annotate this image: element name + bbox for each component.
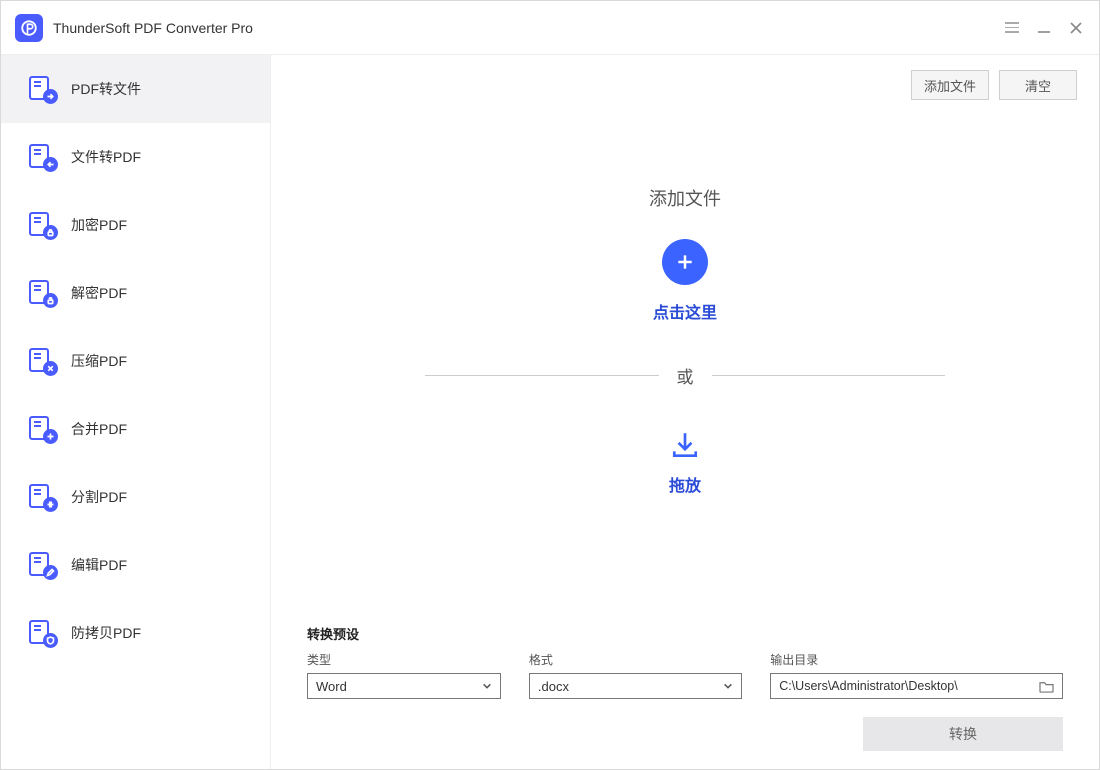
drop-area[interactable]: 添加文件 点击这里 或 拖放: [271, 115, 1099, 624]
sidebar-item-split-pdf[interactable]: 分割PDF: [1, 463, 270, 531]
sidebar-item-pdf-to-file[interactable]: PDF转文件: [1, 55, 270, 123]
clear-button[interactable]: 清空: [999, 70, 1077, 100]
close-icon[interactable]: [1067, 19, 1085, 37]
output-label: 输出目录: [770, 651, 1063, 668]
sidebar-item-encrypt-pdf[interactable]: 加密PDF: [1, 191, 270, 259]
encrypt-pdf-icon: [29, 212, 55, 238]
sidebar-item-label: 加密PDF: [71, 215, 127, 235]
output-path-value: C:\Users\Administrator\Desktop\: [779, 679, 1033, 693]
app-title: ThunderSoft PDF Converter Pro: [53, 20, 253, 36]
sidebar-item-label: PDF转文件: [71, 79, 141, 99]
sidebar-item-decrypt-pdf[interactable]: 解密PDF: [1, 259, 270, 327]
titlebar: ThunderSoft PDF Converter Pro: [1, 1, 1099, 55]
sidebar-item-compress-pdf[interactable]: 压缩PDF: [1, 327, 270, 395]
format-select[interactable]: .docx: [529, 673, 742, 699]
type-value: Word: [316, 679, 347, 694]
type-select[interactable]: Word: [307, 673, 501, 699]
app-window: ThunderSoft PDF Converter Pro PDF转文件: [0, 0, 1100, 770]
format-label: 格式: [529, 651, 742, 668]
format-value: .docx: [538, 679, 569, 694]
sidebar-item-label: 防拷贝PDF: [71, 623, 141, 643]
sidebar-item-merge-pdf[interactable]: 合并PDF: [1, 395, 270, 463]
add-file-button[interactable]: 添加文件: [911, 70, 989, 100]
app-logo-icon: [15, 14, 43, 42]
sidebar-item-label: 解密PDF: [71, 283, 127, 303]
chevron-down-icon: [482, 679, 492, 694]
divider: 或: [425, 363, 945, 388]
drag-drop-icon: [668, 428, 702, 462]
divider-line: [712, 375, 946, 376]
sidebar-item-label: 压缩PDF: [71, 351, 127, 371]
drag-drop-label: 拖放: [669, 472, 701, 496]
sidebar-item-file-to-pdf[interactable]: 文件转PDF: [1, 123, 270, 191]
content: 添加文件 清空 添加文件 点击这里 或: [271, 55, 1099, 769]
menu-icon[interactable]: [1003, 19, 1021, 37]
browse-folder-icon[interactable]: [1039, 680, 1054, 693]
edit-pdf-icon: [29, 552, 55, 578]
or-label: 或: [677, 363, 694, 388]
compress-pdf-icon: [29, 348, 55, 374]
output-path-field[interactable]: C:\Users\Administrator\Desktop\: [770, 673, 1063, 699]
sidebar-item-label: 合并PDF: [71, 419, 127, 439]
anticopy-pdf-icon: [29, 620, 55, 646]
pdf-to-file-icon: [29, 76, 55, 102]
sidebar-item-label: 分割PDF: [71, 487, 127, 507]
toolbar: 添加文件 清空: [271, 55, 1099, 115]
convert-button[interactable]: 转换: [863, 717, 1063, 751]
divider-line: [425, 375, 659, 376]
chevron-down-icon: [723, 679, 733, 694]
sidebar-item-label: 编辑PDF: [71, 555, 127, 575]
drop-title: 添加文件: [649, 185, 721, 211]
file-to-pdf-icon: [29, 144, 55, 170]
add-file-plus-icon[interactable]: [662, 239, 708, 285]
minimize-icon[interactable]: [1035, 19, 1053, 37]
decrypt-pdf-icon: [29, 280, 55, 306]
presets-title: 转换预设: [307, 624, 1063, 643]
split-pdf-icon: [29, 484, 55, 510]
sidebar-item-edit-pdf[interactable]: 编辑PDF: [1, 531, 270, 599]
presets-panel: 转换预设 类型 Word 格式 .docx: [271, 624, 1099, 769]
type-label: 类型: [307, 651, 501, 668]
sidebar-item-anticopy-pdf[interactable]: 防拷贝PDF: [1, 599, 270, 667]
click-here-label[interactable]: 点击这里: [653, 299, 717, 323]
sidebar-item-label: 文件转PDF: [71, 147, 141, 167]
window-controls: [1003, 19, 1085, 37]
sidebar: PDF转文件 文件转PDF 加密PDF: [1, 55, 271, 769]
merge-pdf-icon: [29, 416, 55, 442]
